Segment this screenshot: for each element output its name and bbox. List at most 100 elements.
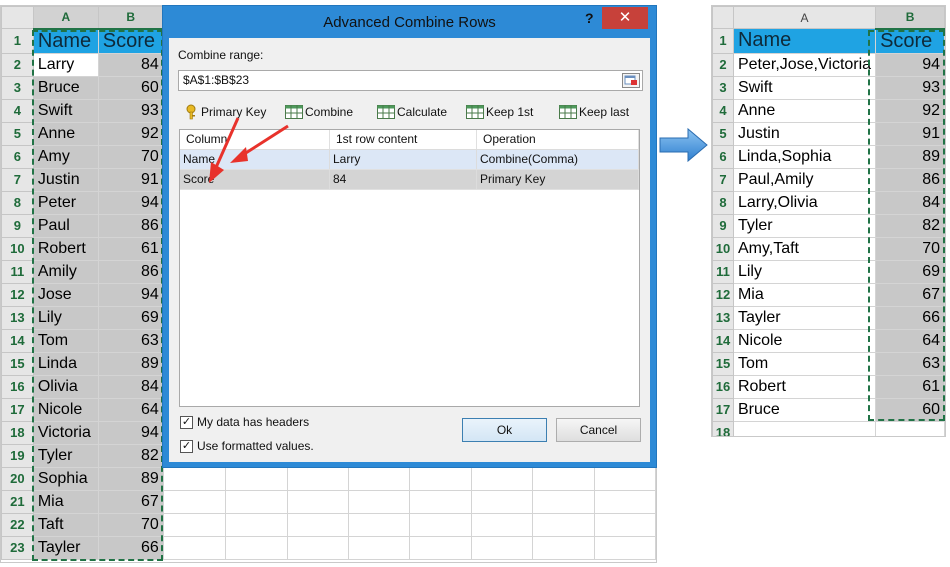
- empty-cell[interactable]: [875, 420, 945, 436]
- row-number[interactable]: 10: [712, 236, 734, 261]
- name-cell[interactable]: Anne: [32, 121, 99, 146]
- formatted-values-checkbox[interactable]: ✓ Use formatted values.: [180, 439, 314, 453]
- row-number[interactable]: 5: [712, 121, 734, 146]
- header-cell-score[interactable]: Score: [97, 28, 164, 54]
- score-cell[interactable]: 69: [97, 305, 164, 330]
- score-cell[interactable]: 67: [875, 282, 945, 307]
- name-cell[interactable]: Robert: [732, 374, 877, 399]
- name-cell[interactable]: Lily: [732, 259, 877, 284]
- grid-cell-operation[interactable]: Combine(Comma): [477, 150, 639, 169]
- score-cell[interactable]: 94: [97, 282, 164, 307]
- grid-header-column[interactable]: Column: [180, 130, 330, 149]
- score-cell[interactable]: 93: [875, 75, 945, 100]
- select-all-corner[interactable]: [1, 6, 34, 29]
- name-cell[interactable]: Bruce: [732, 397, 877, 422]
- row-number[interactable]: 14: [1, 328, 34, 353]
- score-cell[interactable]: 91: [97, 167, 164, 192]
- score-cell[interactable]: 89: [97, 466, 164, 491]
- name-cell[interactable]: Taft: [32, 512, 99, 537]
- score-cell[interactable]: 82: [97, 443, 164, 468]
- name-cell[interactable]: Paul,Amily: [732, 167, 877, 192]
- row-number[interactable]: 11: [1, 259, 34, 284]
- empty-cell[interactable]: [409, 535, 472, 560]
- score-cell[interactable]: 89: [875, 144, 945, 169]
- score-cell[interactable]: 89: [97, 351, 164, 376]
- empty-cell[interactable]: [225, 489, 288, 514]
- name-cell[interactable]: Linda,Sophia: [732, 144, 877, 169]
- row-number[interactable]: 15: [1, 351, 34, 376]
- primary-key-button[interactable]: Primary Key: [185, 102, 266, 122]
- grid-row-name[interactable]: Name Larry Combine(Comma): [180, 150, 639, 170]
- score-cell[interactable]: 70: [97, 512, 164, 537]
- grid-cell-operation[interactable]: Primary Key: [477, 170, 639, 189]
- row-number[interactable]: 16: [712, 374, 734, 399]
- empty-cell[interactable]: [470, 535, 534, 560]
- grid-cell-content[interactable]: 84: [330, 170, 477, 189]
- combine-button[interactable]: Combine: [285, 102, 353, 122]
- score-cell[interactable]: 66: [97, 535, 164, 560]
- name-cell[interactable]: Victoria: [32, 420, 99, 445]
- name-cell[interactable]: Bruce: [32, 75, 99, 100]
- empty-cell[interactable]: [162, 535, 227, 560]
- row-number[interactable]: 1: [712, 28, 734, 54]
- row-number[interactable]: 17: [1, 397, 34, 422]
- row-number[interactable]: 10: [1, 236, 34, 261]
- column-header-b[interactable]: B: [875, 6, 945, 30]
- empty-cell[interactable]: [593, 535, 656, 560]
- score-cell[interactable]: 63: [875, 351, 945, 376]
- score-cell[interactable]: 67: [97, 489, 164, 514]
- row-number[interactable]: 4: [1, 98, 34, 123]
- score-cell[interactable]: 94: [97, 420, 164, 445]
- row-number[interactable]: 7: [712, 167, 734, 192]
- score-cell[interactable]: 70: [97, 144, 164, 169]
- range-select-icon[interactable]: [622, 73, 640, 88]
- score-cell[interactable]: 94: [97, 190, 164, 215]
- empty-cell[interactable]: [409, 489, 472, 514]
- name-cell[interactable]: Paul: [32, 213, 99, 238]
- column-header-a[interactable]: A: [32, 6, 99, 30]
- row-number[interactable]: 5: [1, 121, 34, 146]
- headers-check-mark[interactable]: ✓: [180, 415, 193, 429]
- row-number[interactable]: 8: [1, 190, 34, 215]
- row-number[interactable]: 3: [1, 75, 34, 100]
- row-number[interactable]: 13: [1, 305, 34, 330]
- row-number[interactable]: 3: [712, 75, 734, 100]
- formatted-values-check-mark[interactable]: ✓: [180, 439, 193, 453]
- name-cell[interactable]: Sophia: [32, 466, 99, 491]
- close-button[interactable]: ✕: [602, 7, 648, 29]
- grid-cell-content[interactable]: Larry: [330, 150, 477, 169]
- score-cell[interactable]: 61: [97, 236, 164, 261]
- score-cell[interactable]: 64: [97, 397, 164, 422]
- empty-cell[interactable]: [470, 512, 534, 537]
- empty-cell[interactable]: [225, 535, 288, 560]
- calculate-button[interactable]: Calculate: [377, 102, 447, 122]
- keep-first-button[interactable]: Keep 1st: [466, 102, 533, 122]
- empty-cell[interactable]: [532, 489, 595, 514]
- name-cell[interactable]: Larry,Olivia: [732, 190, 877, 215]
- empty-cell[interactable]: [286, 512, 349, 537]
- row-number[interactable]: 6: [1, 144, 34, 169]
- name-cell[interactable]: Peter,Jose,Victoria: [732, 52, 877, 77]
- name-cell[interactable]: Anne: [732, 98, 877, 123]
- empty-cell[interactable]: [286, 489, 349, 514]
- empty-cell[interactable]: [347, 535, 411, 560]
- name-cell[interactable]: Amily: [32, 259, 99, 284]
- dialog-titlebar[interactable]: Advanced Combine Rows ? ✕: [163, 6, 656, 38]
- empty-cell[interactable]: [409, 466, 472, 491]
- score-cell[interactable]: 86: [97, 259, 164, 284]
- row-number[interactable]: 2: [1, 52, 34, 77]
- row-number[interactable]: 18: [1, 420, 34, 445]
- empty-cell[interactable]: [409, 512, 472, 537]
- grid-header-operation[interactable]: Operation: [477, 130, 639, 149]
- grid-cell-column[interactable]: Name: [180, 150, 330, 169]
- row-number[interactable]: 9: [712, 213, 734, 238]
- empty-cell[interactable]: [286, 535, 349, 560]
- row-number[interactable]: 1: [1, 28, 34, 54]
- ok-button[interactable]: Ok: [462, 418, 547, 442]
- score-cell[interactable]: 84: [97, 374, 164, 399]
- name-cell[interactable]: Justin: [732, 121, 877, 146]
- name-cell[interactable]: Tayler: [732, 305, 877, 330]
- row-number[interactable]: 12: [1, 282, 34, 307]
- empty-cell[interactable]: [347, 512, 411, 537]
- score-cell[interactable]: 61: [875, 374, 945, 399]
